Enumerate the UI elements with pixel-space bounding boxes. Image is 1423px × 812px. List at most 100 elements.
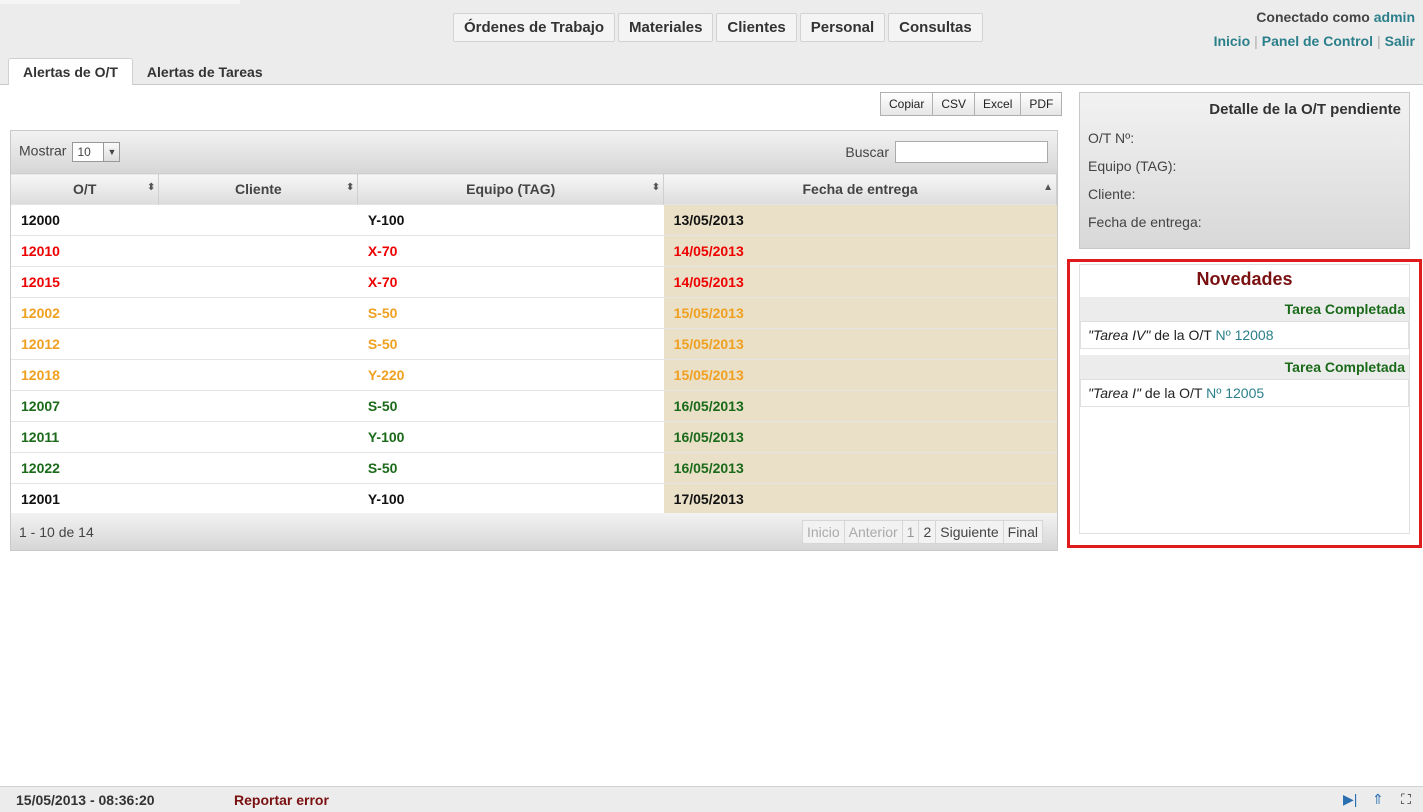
detail-panel: Detalle de la O/T pendiente O/T Nº: Equi…	[1079, 92, 1410, 249]
nav-clientes[interactable]: Clientes	[716, 13, 797, 42]
cell-cliente	[158, 390, 358, 422]
header-fecha[interactable]: Fecha de entrega ▲	[663, 173, 1057, 205]
cell-equipo: Y-100	[357, 483, 664, 515]
cell-ot: 12022	[11, 452, 159, 484]
cell-ot: 12001	[11, 483, 159, 515]
cell-cliente	[158, 452, 358, 484]
cell-equipo: Y-100	[357, 204, 664, 236]
panel-de-control-link[interactable]: Panel de Control	[1262, 33, 1373, 49]
cell-ot: 12002	[11, 297, 159, 329]
pager-siguiente[interactable]: Siguiente	[935, 519, 1004, 544]
table-toolbar: Mostrar 10 ▼ Buscar	[11, 131, 1057, 173]
header: Órdenes de Trabajo Materiales Clientes P…	[0, 0, 1423, 85]
footer-datetime: 15/05/2013 - 08:36:20	[16, 791, 155, 808]
header-equipo[interactable]: Equipo (TAG) ⬍	[357, 173, 665, 205]
step-forward-icon[interactable]: ▶|	[1343, 791, 1357, 808]
username-link[interactable]: admin	[1374, 9, 1415, 25]
cell-equipo: S-50	[357, 328, 664, 360]
cell-ot: 12000	[11, 204, 159, 236]
nav-personal[interactable]: Personal	[799, 13, 886, 42]
table-row[interactable]: 12007 S-50 16/05/2013	[11, 390, 1057, 422]
tabs: Alertas de O/T Alertas de Tareas	[8, 58, 277, 85]
table-row[interactable]: 12000 Y-100 13/05/2013	[11, 204, 1057, 236]
copy-button[interactable]: Copiar	[880, 92, 934, 116]
cell-ot: 12010	[11, 235, 159, 267]
news-item-head: Tarea Completada	[1080, 297, 1409, 321]
cell-fecha: 15/05/2013	[663, 297, 1057, 329]
news-ot-link[interactable]: Nº 12008	[1215, 327, 1273, 343]
cell-fecha: 16/05/2013	[663, 452, 1057, 484]
inicio-link[interactable]: Inicio	[1214, 33, 1251, 49]
separator: |	[1254, 33, 1258, 49]
table-row[interactable]: 12015 X-70 14/05/2013	[11, 266, 1057, 298]
excel-button[interactable]: Excel	[974, 92, 1022, 116]
tab-alertas-ot[interactable]: Alertas de O/T	[8, 58, 133, 85]
csv-button[interactable]: CSV	[932, 92, 976, 116]
cell-fecha: 13/05/2013	[663, 204, 1057, 236]
pager-final[interactable]: Final	[1002, 519, 1043, 544]
cell-fecha: 16/05/2013	[663, 421, 1057, 453]
pager-inicio[interactable]: Inicio	[801, 519, 845, 544]
main-nav: Órdenes de Trabajo Materiales Clientes P…	[453, 13, 983, 42]
cell-ot: 12007	[11, 390, 159, 422]
nav-consultas[interactable]: Consultas	[888, 13, 983, 42]
sort-icon: ⬍	[147, 182, 156, 193]
alerts-table: O/T ⬍ Cliente ⬍ Equipo (TAG) ⬍ Fecha de ent…	[11, 173, 1057, 515]
sort-icon: ⬍	[651, 182, 661, 193]
collapse-icon[interactable]: ⇑	[1371, 791, 1385, 808]
salir-link[interactable]: Salir	[1385, 33, 1415, 49]
pager-page-2[interactable]: 2	[918, 519, 937, 544]
cell-fecha: 15/05/2013	[663, 359, 1057, 391]
page-size-select[interactable]: 10 ▼	[72, 142, 121, 162]
cell-ot: 12015	[11, 266, 159, 298]
cell-cliente	[158, 297, 358, 329]
cell-fecha: 14/05/2013	[663, 235, 1057, 267]
report-error-link[interactable]: Reportar error	[234, 792, 329, 808]
cell-cliente	[158, 421, 358, 453]
table-row[interactable]: 12022 S-50 16/05/2013	[11, 452, 1057, 484]
pager-anterior[interactable]: Anterior	[843, 519, 903, 544]
news-item: Tarea Completada "Tarea IV" de la O/T Nº…	[1080, 297, 1409, 349]
export-buttons: Copiar CSV Excel PDF	[880, 92, 1063, 116]
table-row[interactable]: 12018 Y-220 15/05/2013	[11, 359, 1057, 391]
nav-ordenes-de-trabajo[interactable]: Órdenes de Trabajo	[453, 13, 616, 42]
footer: 15/05/2013 - 08:36:20 Reportar error ▶| …	[0, 786, 1423, 812]
news-item-body: "Tarea I" de la O/T Nº 12005	[1080, 379, 1409, 407]
cell-equipo: X-70	[357, 266, 664, 298]
table-row[interactable]: 12002 S-50 15/05/2013	[11, 297, 1057, 329]
cell-cliente	[158, 328, 358, 360]
detail-fecha: Fecha de entrega:	[1088, 214, 1202, 230]
pager-page-1[interactable]: 1	[901, 519, 920, 544]
nav-materiales[interactable]: Materiales	[618, 13, 714, 42]
detail-cliente: Cliente:	[1088, 186, 1136, 202]
separator: |	[1377, 33, 1381, 49]
cell-fecha: 15/05/2013	[663, 328, 1057, 360]
table-row[interactable]: 12010 X-70 14/05/2013	[11, 235, 1057, 267]
cell-equipo: X-70	[357, 235, 664, 267]
cell-equipo: S-50	[357, 390, 664, 422]
cell-ot: 12011	[11, 421, 159, 453]
sort-asc-icon: ▲	[1043, 182, 1053, 193]
news-ot-link[interactable]: Nº 12005	[1206, 385, 1264, 401]
cell-fecha: 14/05/2013	[663, 266, 1057, 298]
cell-cliente	[158, 235, 358, 267]
table-row[interactable]: 12012 S-50 15/05/2013	[11, 328, 1057, 360]
show-label: Mostrar	[19, 142, 67, 159]
header-ot[interactable]: O/T ⬍	[11, 173, 160, 205]
detail-equipo: Equipo (TAG):	[1088, 158, 1177, 174]
cell-ot: 12012	[11, 328, 159, 360]
tab-alertas-tareas[interactable]: Alertas de Tareas	[133, 58, 277, 85]
table-row[interactable]: 12001 Y-100 17/05/2013	[11, 483, 1057, 515]
table-info: 1 - 10 de 14	[19, 523, 94, 540]
dropdown-arrow-icon: ▼	[103, 143, 120, 161]
search-input[interactable]	[895, 141, 1048, 163]
fullscreen-icon[interactable]: ⛶	[1399, 791, 1413, 808]
table-footer: 1 - 10 de 14 Inicio Anterior 1 2 Siguien…	[11, 513, 1057, 550]
header-cliente[interactable]: Cliente ⬍	[158, 173, 359, 205]
detail-ot: O/T Nº:	[1088, 130, 1135, 146]
novedades-panel: Novedades Tarea Completada "Tarea IV" de…	[1079, 264, 1410, 534]
table-row[interactable]: 12011 Y-100 16/05/2013	[11, 421, 1057, 453]
pdf-button[interactable]: PDF	[1020, 92, 1063, 116]
news-item-head: Tarea Completada	[1080, 355, 1409, 379]
detail-title: Detalle de la O/T pendiente	[1209, 101, 1401, 118]
